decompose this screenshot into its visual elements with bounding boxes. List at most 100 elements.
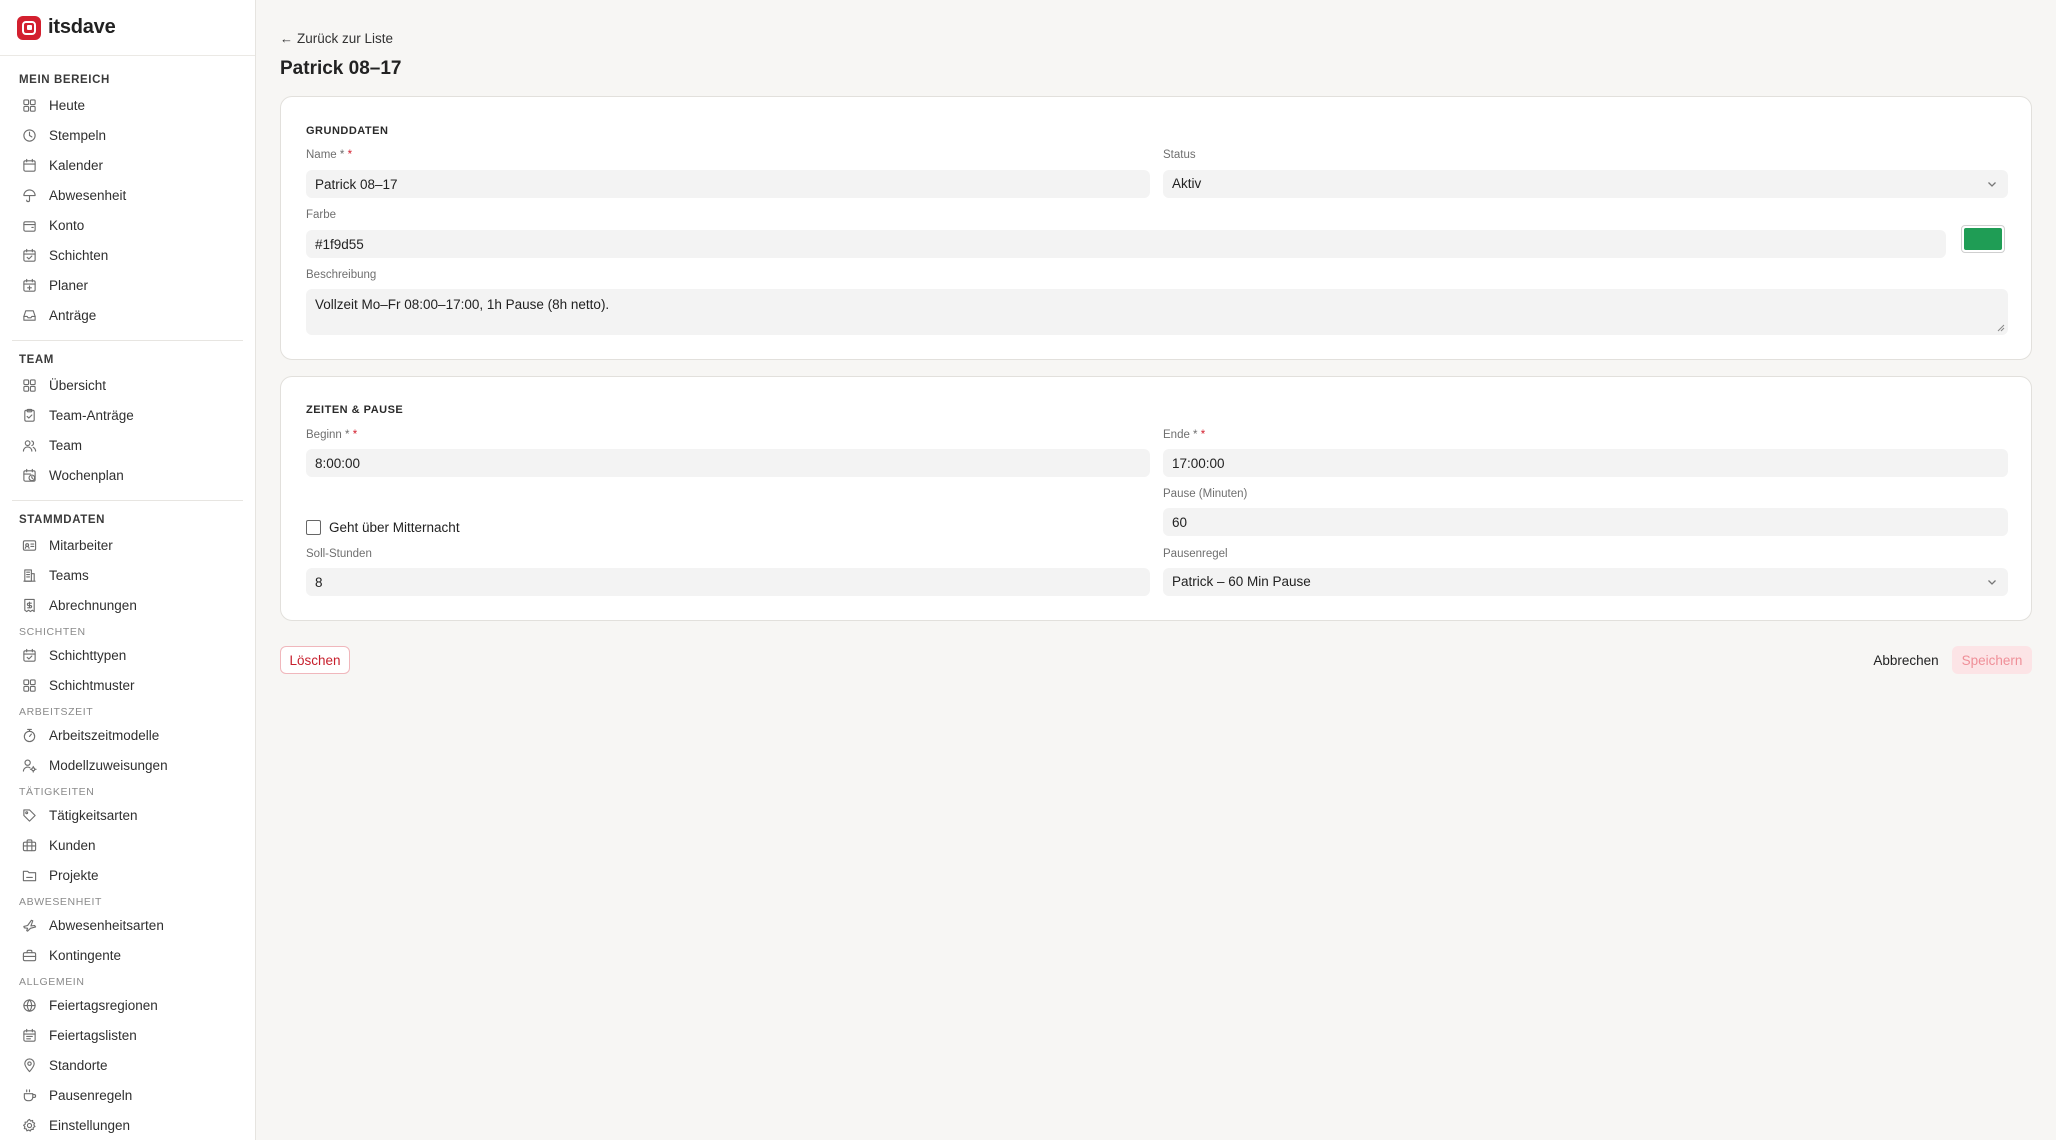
sidebar-item-abwesenheit[interactable]: Abwesenheit — [12, 180, 243, 210]
sidebar-item-label: Übersicht — [49, 377, 107, 393]
sidebar-item-label: Feiertagslisten — [49, 1027, 137, 1043]
sidebar-item-uebersicht[interactable]: Übersicht — [12, 370, 243, 400]
soll-label: Soll-Stunden — [306, 548, 372, 560]
mitternacht-label[interactable]: Geht über Mitternacht — [329, 520, 460, 535]
sidebar-item-label: Teams — [49, 567, 89, 583]
id-card-icon — [21, 537, 37, 553]
color-swatch-fill — [1964, 228, 2002, 250]
mitternacht-checkbox[interactable] — [306, 520, 321, 535]
status-select-value: Aktiv — [1172, 176, 1202, 191]
beschreibung-textarea[interactable]: Vollzeit Mo–Fr 08:00–17:00, 1h Pause (8h… — [306, 289, 2008, 335]
sidebar-item-taetigkeitsarten[interactable]: Tätigkeitsarten — [12, 800, 243, 830]
sidebar-item-heute[interactable]: Heute — [12, 90, 243, 120]
sidebar-item-team-antraege[interactable]: Team-Anträge — [12, 400, 243, 430]
pausenregel-select-value: Patrick – 60 Min Pause — [1172, 574, 1311, 589]
save-button[interactable]: Speichern — [1952, 646, 2032, 674]
ende-label: Ende * * — [1163, 429, 1206, 441]
sidebar-item-stempeln[interactable]: Stempeln — [12, 120, 243, 150]
sidebar-item-label: Standorte — [49, 1057, 108, 1073]
sidebar-item-label: Modellzuweisungen — [49, 757, 168, 773]
delete-button[interactable]: Löschen — [280, 646, 350, 674]
sidebar-item-feiertagsregionen[interactable]: Feiertagsregionen — [12, 990, 243, 1020]
globe-icon — [21, 997, 37, 1013]
sidebar-item-label: Mitarbeiter — [49, 537, 113, 553]
sidebar-item-label: Anträge — [49, 307, 97, 323]
back-link[interactable]: ← Zurück zur Liste — [280, 31, 393, 46]
sidebar-item-team[interactable]: Team — [12, 430, 243, 460]
dashboard-icon — [21, 97, 37, 113]
sidebar-section-title: SCHICHTEN — [19, 626, 86, 638]
sidebar-divider — [12, 500, 243, 501]
sidebar-item-teams[interactable]: Teams — [12, 560, 243, 590]
sidebar-item-label: Kunden — [49, 837, 96, 853]
sidebar-item-einstellungen[interactable]: Einstellungen — [12, 1110, 243, 1140]
sidebar-divider — [12, 340, 243, 341]
status-select[interactable]: Aktiv — [1163, 170, 2008, 198]
chevron-down-icon — [1988, 580, 1996, 585]
farbe-input[interactable] — [306, 230, 1946, 258]
sidebar-item-abwesenheitsarten[interactable]: Abwesenheitsarten — [12, 910, 243, 940]
sidebar-section-title: TÄTIGKEITEN — [19, 786, 95, 798]
sidebar: itsdave MEIN BEREICH Heute Stempeln Kalende… — [0, 0, 256, 1140]
sidebar-section-title: ARBEITSZEIT — [19, 706, 94, 718]
page-title: Patrick 08–17 — [280, 58, 402, 79]
sidebar-item-kontingente[interactable]: Kontingente — [12, 940, 243, 970]
card-grunddaten: GRUNDDATEN Name * * Status Aktiv Farbe B… — [280, 96, 2032, 360]
back-link-label: Zurück zur Liste — [297, 31, 394, 46]
brand[interactable]: itsdave — [0, 0, 255, 56]
coffee-icon — [21, 1087, 37, 1103]
chevron-down-icon — [1988, 182, 1996, 187]
briefcase-icon — [21, 837, 37, 853]
soll-input[interactable] — [306, 568, 1150, 596]
sidebar-item-abrechnungen[interactable]: Abrechnungen — [12, 590, 243, 620]
pause-input[interactable] — [1163, 508, 2008, 536]
sidebar-section-title: ALLGEMEIN — [19, 976, 85, 988]
sidebar-item-arbeitszeitmodelle[interactable]: Arbeitszeitmodelle — [12, 720, 243, 750]
sidebar-item-modellzuweisungen[interactable]: Modellzuweisungen — [12, 750, 243, 780]
dashboard-icon — [21, 377, 37, 393]
users-icon — [21, 437, 37, 453]
sidebar-item-konto[interactable]: Konto — [12, 210, 243, 240]
beschreibung-text: Vollzeit Mo–Fr 08:00–17:00, 1h Pause (8h… — [315, 297, 610, 312]
sidebar-item-schichtmuster[interactable]: Schichtmuster — [12, 670, 243, 700]
sidebar-item-kunden[interactable]: Kunden — [12, 830, 243, 860]
sidebar-item-kalender[interactable]: Kalender — [12, 150, 243, 180]
sidebar-item-standorte[interactable]: Standorte — [12, 1050, 243, 1080]
sidebar-item-label: Abrechnungen — [49, 597, 137, 613]
sidebar-item-schichten[interactable]: Schichten — [12, 240, 243, 270]
sidebar-item-mitarbeiter[interactable]: Mitarbeiter — [12, 530, 243, 560]
color-swatch-picker[interactable] — [1961, 225, 2005, 253]
sidebar-item-schichttypen[interactable]: Schichttypen — [12, 640, 243, 670]
sidebar-section-title: STAMMDATEN — [19, 514, 106, 526]
calendar-check-icon — [21, 647, 37, 663]
calendar-clock-icon — [21, 467, 37, 483]
sidebar-section-title: TEAM — [19, 354, 54, 366]
sidebar-item-projekte[interactable]: Projekte — [12, 860, 243, 890]
resize-grip-icon[interactable] — [1997, 324, 2005, 332]
sidebar-item-feiertagslisten[interactable]: Feiertagslisten — [12, 1020, 243, 1050]
sidebar-section-title: MEIN BEREICH — [19, 74, 110, 86]
sidebar-item-label: Feiertagsregionen — [49, 997, 158, 1013]
sidebar-item-label: Wochenplan — [49, 467, 124, 483]
sidebar-nav: MEIN BEREICH Heute Stempeln Kalender Abwesen… — [0, 73, 255, 1140]
calendar-plus-icon — [21, 277, 37, 293]
sidebar-item-wochenplan[interactable]: Wochenplan — [12, 460, 243, 490]
name-input[interactable] — [306, 170, 1150, 198]
name-label: Name * * — [306, 149, 353, 161]
timer-icon — [21, 727, 37, 743]
card-title-grunddaten: GRUNDDATEN — [306, 125, 389, 137]
sidebar-item-pausenregeln[interactable]: Pausenregeln — [12, 1080, 243, 1110]
sidebar-item-label: Pausenregeln — [49, 1087, 133, 1103]
card-zeiten: ZEITEN & PAUSE Beginn * * Ende * * Pause… — [280, 376, 2032, 621]
arrow-left-icon: ← — [280, 31, 293, 46]
pausenregel-label: Pausenregel — [1163, 548, 1228, 560]
dashboard-icon — [21, 677, 37, 693]
sidebar-item-label: Konto — [49, 217, 85, 233]
sidebar-item-antraege[interactable]: Anträge — [12, 300, 243, 330]
beginn-input[interactable] — [306, 449, 1150, 477]
ende-input[interactable] — [1163, 449, 2008, 477]
pausenregel-select[interactable]: Patrick – 60 Min Pause — [1163, 568, 2008, 596]
sidebar-item-label: Schichten — [49, 247, 109, 263]
sidebar-item-planer[interactable]: Planer — [12, 270, 243, 300]
cancel-button[interactable]: Abbrechen — [1864, 646, 1948, 674]
